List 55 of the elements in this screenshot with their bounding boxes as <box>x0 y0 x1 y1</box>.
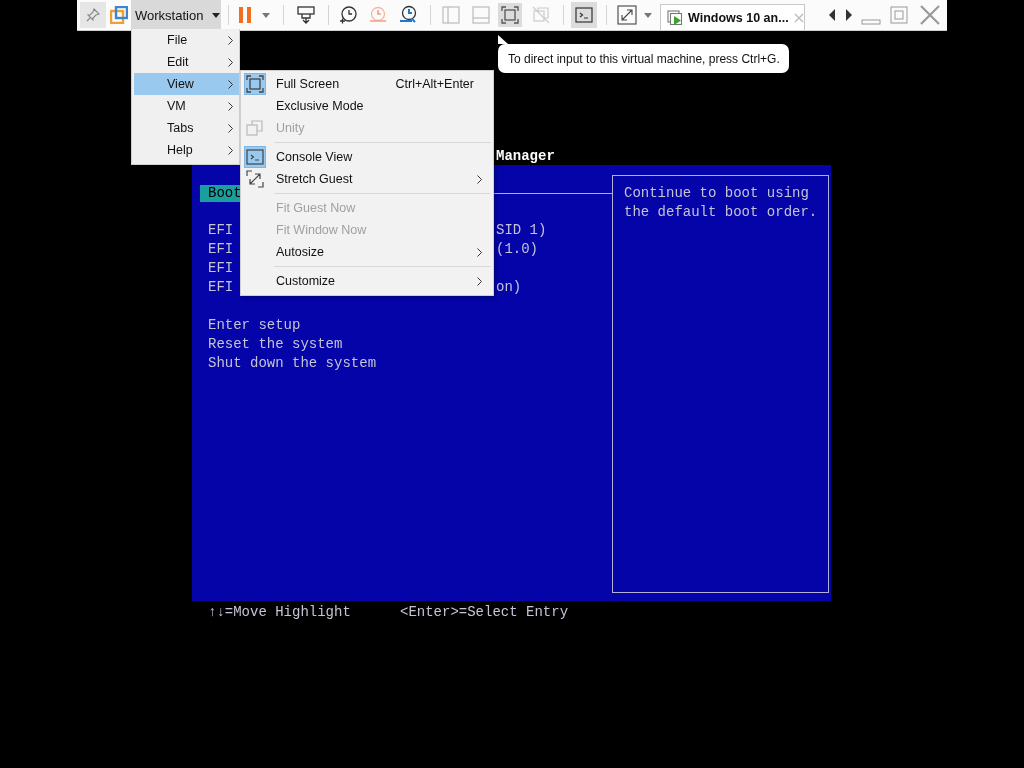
restore-icon[interactable] <box>890 6 908 24</box>
monitor-arrow-icon[interactable] <box>296 5 316 25</box>
boot-action[interactable]: Reset the system <box>208 336 343 352</box>
app-menu-button[interactable]: Workstation <box>131 0 221 30</box>
full-screen-button[interactable] <box>498 3 522 27</box>
menu-item[interactable]: File <box>134 29 239 51</box>
menu-item[interactable]: Tabs <box>134 117 239 139</box>
menu-item[interactable]: Edit <box>134 51 239 73</box>
clock-wrench-icon[interactable] <box>398 5 418 25</box>
menu-item[interactable]: Autosize <box>243 241 491 263</box>
tooltip-tail <box>498 35 508 44</box>
chevron-right-icon <box>228 123 233 133</box>
menu-item[interactable]: Stretch Guest <box>243 168 491 190</box>
caret-icon[interactable] <box>262 12 270 18</box>
chevron-right-icon <box>228 145 233 155</box>
menu-item[interactable]: VM <box>134 95 239 117</box>
boot-action[interactable]: Enter setup <box>208 317 301 333</box>
console-view-button[interactable] <box>571 2 597 28</box>
pause-icon[interactable] <box>238 6 252 24</box>
pin-button[interactable] <box>80 2 106 28</box>
vm-play-icon <box>667 9 683 26</box>
caret-icon <box>212 12 221 18</box>
chevron-right-icon <box>228 101 233 111</box>
key-hint: ↑↓=Move Highlight <box>208 604 351 620</box>
menu-item[interactable]: Console View <box>243 146 491 168</box>
shortcut-label: Ctrl+Alt+Enter <box>395 77 474 91</box>
menu-item[interactable]: Full Screen Ctrl+Alt+Enter <box>243 73 491 95</box>
boot-entry-text: SID 1) <box>496 221 548 240</box>
menu-item[interactable]: View <box>134 73 239 95</box>
key-hint: <Enter>=Select Entry <box>400 604 569 620</box>
app-logo-icon[interactable] <box>110 6 128 24</box>
caret-icon[interactable] <box>644 12 652 18</box>
vm-tab[interactable]: Windows 10 an... <box>660 4 805 30</box>
menu-item[interactable]: Help <box>134 139 239 161</box>
chevron-right-icon <box>228 57 233 67</box>
pin-icon <box>85 7 101 23</box>
boot-entry-text: (1.0) <box>496 240 539 259</box>
chevron-right-icon <box>228 35 233 45</box>
close-icon[interactable] <box>919 4 941 26</box>
menu-item[interactable]: Exclusive Mode <box>243 95 491 117</box>
boot-action[interactable]: Shut down the system <box>208 355 377 371</box>
fullscreen-icon <box>500 5 520 25</box>
clock-plus-icon[interactable] <box>338 5 358 25</box>
left-arrow-icon[interactable] <box>828 9 836 21</box>
console-icon <box>574 5 594 25</box>
chevron-right-icon <box>228 79 233 89</box>
boot-entry-text: on) <box>496 278 523 297</box>
clock-icon[interactable] <box>368 5 388 25</box>
close-icon[interactable] <box>793 12 804 23</box>
right-arrow-icon[interactable] <box>845 9 853 21</box>
stretch-icon[interactable] <box>617 5 637 25</box>
help-text: Continue to boot using the default boot order. <box>624 184 818 222</box>
tooltip: To direct input to this virtual machine, press Ctrl+G. <box>498 44 789 73</box>
screen-title: Manager <box>496 148 555 164</box>
menu-item[interactable]: Customize <box>243 270 491 292</box>
